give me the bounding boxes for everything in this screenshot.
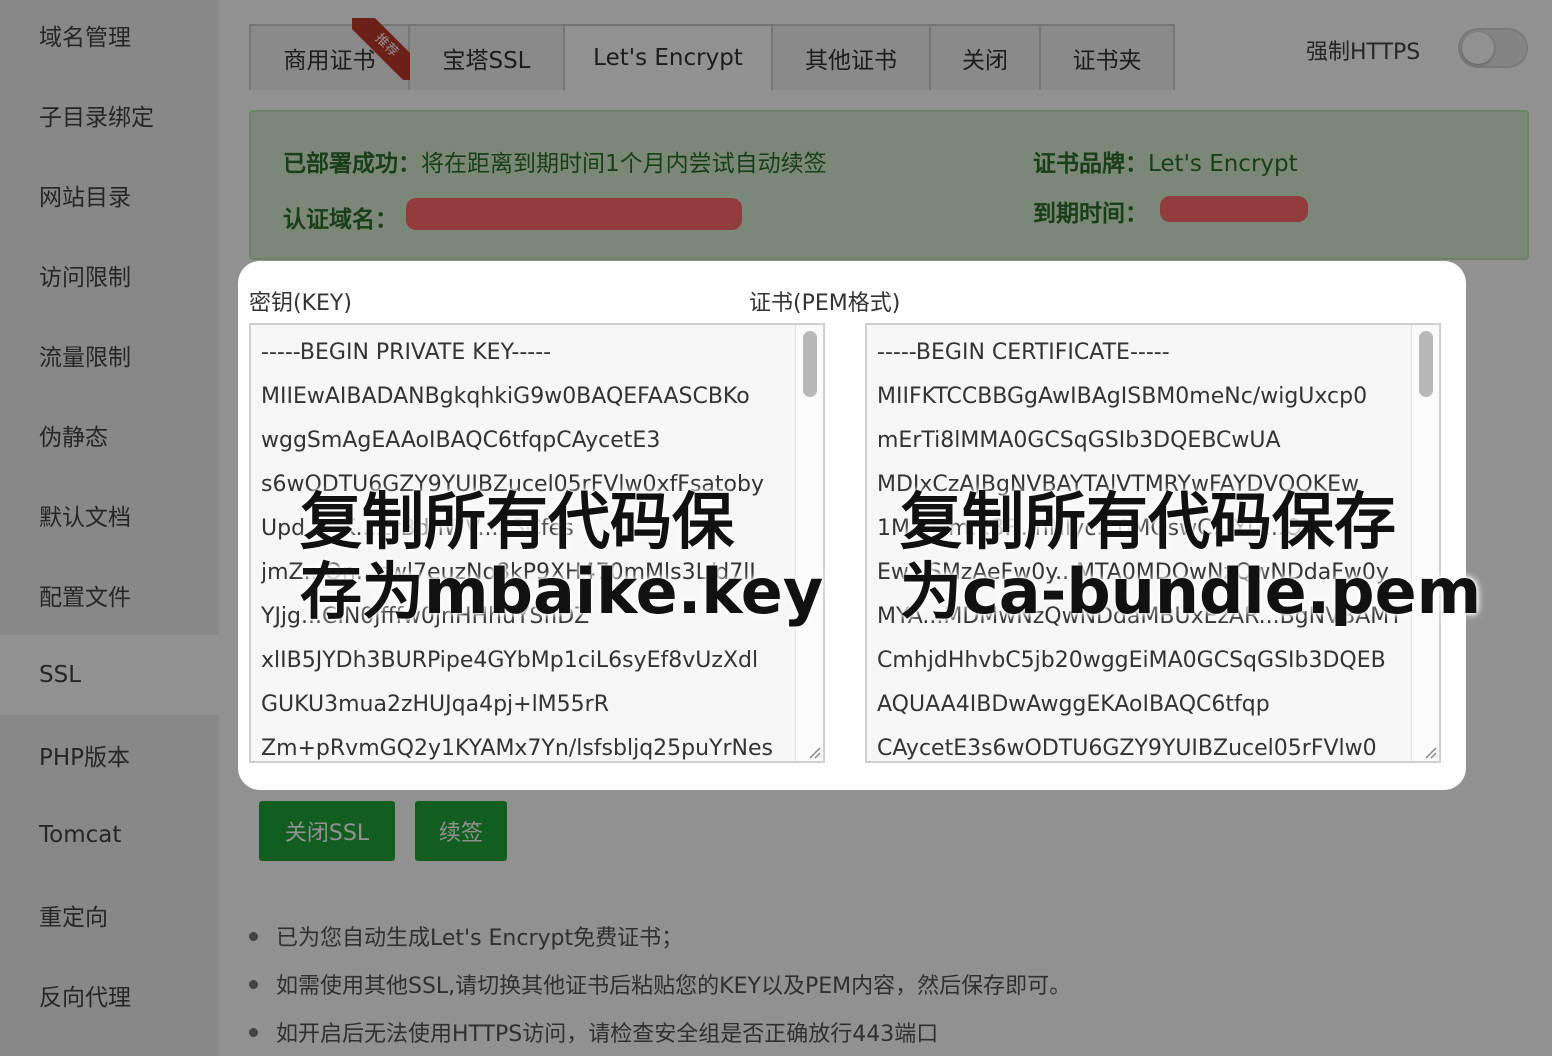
key-line: -----BEGIN PRIVATE KEY-----	[261, 340, 552, 365]
key-line: xlIB5JYDh3BURPipe4GYbMp1ciL6syEf8vUzXdl	[261, 648, 759, 673]
key-line: MIIEwAIBADANBgkqhkiG9w0BAQEFAASCBKo	[261, 384, 750, 409]
note-text: 如需使用其他SSL,请切换其他证书后粘贴您的KEY以及PEM内容，然后保存即可。	[276, 974, 1072, 999]
tab-baota-ssl[interactable]: 宝塔SSL	[410, 26, 565, 90]
instruction-line: 复制所有代码保存	[900, 485, 1397, 558]
deploy-status-key: 已部署成功：	[283, 151, 421, 177]
tab-close[interactable]: 关闭	[931, 26, 1041, 90]
sidebar-item-php-version[interactable]: PHP版本	[0, 715, 219, 795]
sidebar-item-label: SSL	[39, 662, 82, 688]
cert-line: CAycetE3s6wODTU6GZY9YUIBZucel05rFVlw0	[877, 736, 1377, 761]
cert-line: mErTi8lMMA0GCSqGSIb3DQEBCwUA	[877, 428, 1281, 453]
sidebar-item-label: 配置文件	[39, 585, 131, 611]
cert-brand-key: 证书品牌：	[1033, 151, 1148, 177]
deploy-status-value: 将在距离到期时间1个月内尝试自动续签	[421, 151, 827, 177]
force-https-label: 强制HTTPS	[1306, 40, 1421, 65]
sidebar-item-label: PHP版本	[39, 745, 131, 771]
sidebar-item-label: 域名管理	[39, 25, 131, 51]
note-text: 如开启后无法使用HTTPS访问，请检查安全组是否正确放行443端口	[276, 1022, 939, 1047]
expiry-time-key: 到期时间：	[1033, 201, 1148, 227]
tab-label: 其他证书	[805, 48, 897, 74]
cert-line: MIIFKTCCBBGgAwIBAgISBM0meNc/wigUxcp0	[877, 384, 1368, 409]
sidebar-item-domain-management[interactable]: 域名管理	[0, 0, 219, 75]
tab-label: Let's Encrypt	[593, 45, 743, 71]
tab-label: 关闭	[962, 48, 1008, 74]
domain-redaction	[406, 198, 742, 230]
cert-brand: 证书品牌：Let's Encrypt	[1033, 144, 1298, 178]
key-line: GUKU3mua2zHUJqa4pj+lM55rR	[261, 692, 609, 717]
note-item: 已为您自动生成Let's Encrypt免费证书；	[249, 920, 683, 952]
sidebar: 域名管理 子目录绑定 网站目录 访问限制 流量限制 伪静态 默认文档 配置文件 …	[0, 0, 219, 1056]
tab-cert-folder[interactable]: 证书夹	[1041, 26, 1173, 90]
force-https-toggle[interactable]	[1458, 28, 1528, 68]
note-text: 已为您自动生成Let's Encrypt免费证书；	[276, 926, 684, 951]
tab-label: 宝塔SSL	[442, 48, 531, 74]
recommend-ribbon: 推荐	[352, 18, 414, 80]
sidebar-item-traffic-limit[interactable]: 流量限制	[0, 315, 219, 395]
key-line: wggSmAgEAAoIBAQC6tfqpCAycetE3	[261, 428, 661, 453]
sidebar-item-label: 流量限制	[39, 345, 131, 371]
tab-label: 证书夹	[1072, 48, 1142, 74]
close-ssl-button[interactable]: 关闭SSL	[259, 801, 395, 861]
key-line: Zm+pRvmGQ2y1KYAMx7Yn/lsfsbljq25puYrNes	[261, 736, 774, 761]
sidebar-item-label: 反向代理	[39, 985, 131, 1011]
deploy-status: 已部署成功：将在距离到期时间1个月内尝试自动续签	[283, 144, 827, 178]
cert-line: -----BEGIN CERTIFICATE-----	[877, 340, 1170, 365]
sidebar-item-ssl[interactable]: SSL	[0, 635, 219, 715]
sidebar-item-site-directory[interactable]: 网站目录	[0, 155, 219, 235]
auth-domain-key: 认证域名：	[283, 207, 398, 233]
instruction-line: 为ca-bundle.pem	[900, 555, 1482, 628]
expiry-redaction	[1160, 196, 1308, 222]
scroll-thumb[interactable]	[1419, 331, 1433, 397]
sidebar-item-access-restriction[interactable]: 访问限制	[0, 235, 219, 315]
cert-save-instruction: 复制所有代码保存 为ca-bundle.pem	[900, 487, 1481, 627]
resize-handle-icon[interactable]	[805, 743, 821, 759]
ribbon-label: 推荐	[352, 18, 414, 80]
cert-line: AQUAA4IBDwAwggEKAoIBAQC6tfqp	[877, 692, 1270, 717]
cert-label: 证书(PEM格式)	[749, 291, 901, 316]
expiry-time: 到期时间：	[1033, 194, 1148, 228]
renew-button[interactable]: 续签	[415, 801, 507, 861]
sidebar-item-label: 重定向	[39, 905, 108, 931]
scroll-thumb[interactable]	[803, 331, 817, 397]
tab-other-cert[interactable]: 其他证书	[773, 26, 931, 90]
key-label: 密钥(KEY)	[249, 291, 352, 316]
sidebar-item-tomcat[interactable]: Tomcat	[0, 795, 219, 875]
auth-domain: 认证域名：	[283, 200, 398, 234]
instruction-line: 存为mbaike.key	[300, 555, 824, 628]
sidebar-item-label: 伪静态	[39, 425, 108, 451]
sidebar-item-rewrite[interactable]: 伪静态	[0, 395, 219, 475]
key-save-instruction: 复制所有代码保 存为mbaike.key	[300, 487, 823, 627]
toggle-knob	[1462, 32, 1494, 64]
sidebar-item-label: Tomcat	[39, 822, 122, 848]
bullet-icon	[249, 931, 258, 941]
tab-commercial-cert[interactable]: 商用证书 推荐	[251, 18, 414, 90]
sidebar-item-label: 子目录绑定	[39, 105, 154, 131]
tab-lets-encrypt[interactable]: Let's Encrypt	[565, 26, 773, 90]
sidebar-item-reverse-proxy[interactable]: 反向代理	[0, 955, 219, 1035]
cert-line: CmhjdHhvbC5jb20wggEiMA0GCSqGSIb3DQEB	[877, 648, 1386, 673]
sidebar-item-label: 网站目录	[39, 185, 131, 211]
bullet-icon	[249, 1027, 258, 1037]
ssl-status-box: 已部署成功：将在距离到期时间1个月内尝试自动续签 证书品牌：Let's Encr…	[249, 110, 1529, 260]
resize-handle-icon[interactable]	[1421, 743, 1437, 759]
key-cert-panel: 密钥(KEY) 证书(PEM格式) -----BEGIN PRIVATE KEY…	[238, 261, 1481, 790]
bullet-icon	[249, 979, 258, 989]
sidebar-item-redirect[interactable]: 重定向	[0, 875, 219, 955]
note-item: 如开启后无法使用HTTPS访问，请检查安全组是否正确放行443端口	[249, 1016, 938, 1048]
note-item: 如需使用其他SSL,请切换其他证书后粘贴您的KEY以及PEM内容，然后保存即可。	[249, 968, 1071, 1000]
ssl-tabs: 商用证书 推荐 宝塔SSL Let's Encrypt 其他证书 关闭 证书夹	[249, 18, 1175, 90]
sidebar-item-default-document[interactable]: 默认文档	[0, 475, 219, 555]
instruction-line: 复制所有代码保	[300, 485, 735, 558]
cert-brand-value: Let's Encrypt	[1148, 151, 1298, 177]
sidebar-item-subdirectory-binding[interactable]: 子目录绑定	[0, 75, 219, 155]
sidebar-item-config-file[interactable]: 配置文件	[0, 555, 219, 635]
sidebar-item-label: 默认文档	[39, 505, 131, 531]
sidebar-item-label: 访问限制	[39, 265, 131, 291]
